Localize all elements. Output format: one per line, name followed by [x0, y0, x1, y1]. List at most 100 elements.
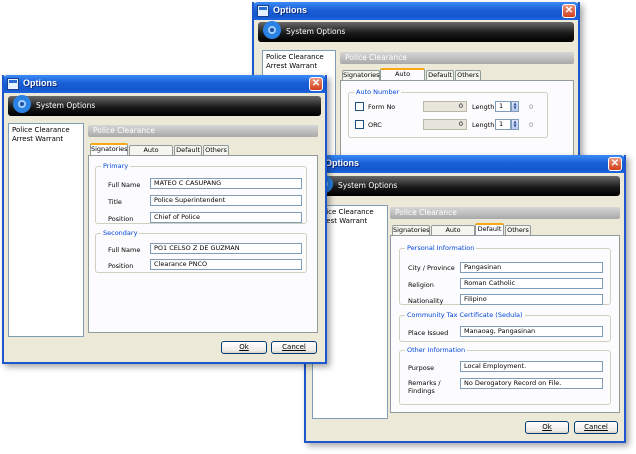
- tab-signatories[interactable]: Signatories: [342, 70, 380, 80]
- section-header: Police Clearance: [340, 52, 574, 64]
- position-label: Position: [108, 215, 134, 223]
- tab-default[interactable]: Default: [426, 70, 454, 80]
- tab-others[interactable]: Others: [203, 145, 229, 155]
- title-bar[interactable]: Options ✕: [304, 155, 626, 173]
- group-label: Secondary: [101, 229, 140, 238]
- length-label: Length: [472, 103, 495, 111]
- city-province-label: City / Province: [408, 264, 455, 272]
- section-header: Police Clearance: [88, 125, 318, 137]
- group-label: Auto Number: [354, 88, 402, 97]
- orc-length-spinner[interactable]: ▲ ▼: [511, 119, 519, 130]
- other-information-group: Other Information Purpose Local Employme…: [399, 346, 611, 405]
- tab-bar: Signatories Auto Number Default Others: [390, 223, 620, 243]
- gear-icon: [263, 21, 281, 39]
- secondary-position-input[interactable]: Clearance PNCO: [150, 259, 302, 270]
- nationality-label: Nationality: [408, 297, 444, 305]
- nationality-input[interactable]: Filipino: [460, 294, 603, 305]
- close-button[interactable]: ✕: [608, 157, 622, 171]
- form-no-preview: 0: [529, 103, 534, 111]
- ok-button[interactable]: Ok: [221, 341, 267, 354]
- group-label: Personal Information: [405, 244, 477, 253]
- list-item[interactable]: Arrest Warrant: [12, 135, 80, 144]
- ctc-group: Community Tax Certificate (Sedula) Place…: [399, 311, 611, 342]
- options-window-signatories: Options ✕ System Options Police Clearanc…: [2, 75, 327, 364]
- secondary-group: Secondary Full Name PO1 CELSO Z DE GUZMA…: [95, 229, 307, 273]
- auto-number-group: Auto Number Form No 0 Length 1 ▲ ▼ 0 ORC …: [348, 88, 548, 138]
- remarks-findings-input[interactable]: No Derogatory Record on File.: [460, 378, 603, 389]
- orc-value: 0: [423, 119, 467, 130]
- ok-label: Ok: [239, 343, 249, 351]
- window-title: Options: [325, 158, 359, 168]
- tab-others[interactable]: Others: [505, 225, 531, 235]
- tab-signatories[interactable]: Signatories: [392, 225, 430, 235]
- list-item[interactable]: Police Clearance: [12, 126, 80, 135]
- cancel-label: Cancel: [584, 423, 608, 431]
- group-label: Primary: [101, 162, 131, 171]
- banner-title: System Options: [286, 27, 346, 36]
- place-issued-input[interactable]: Manaoag, Pangasinan: [460, 326, 603, 337]
- purpose-input[interactable]: Local Employment.: [460, 361, 603, 372]
- tab-auto-number[interactable]: Auto Number: [380, 68, 425, 87]
- list-item[interactable]: Police Clearance: [266, 53, 332, 62]
- tab-default[interactable]: Default: [174, 145, 202, 155]
- window-icon: [7, 78, 19, 90]
- place-issued-label: Place Issued: [408, 329, 449, 337]
- form-no-length-spinner[interactable]: ▲ ▼: [511, 101, 519, 112]
- orc-checkbox[interactable]: [355, 120, 364, 129]
- title-label: Title: [108, 198, 122, 206]
- window-title: Options: [273, 5, 307, 15]
- cancel-button[interactable]: Cancel: [574, 421, 618, 434]
- secondary-full-name-input[interactable]: PO1 CELSO Z DE GUZMAN: [150, 243, 302, 254]
- tab-panel: Primary Full Name MATEO C CASUPANG Title…: [88, 155, 318, 333]
- banner-title: System Options: [338, 181, 398, 190]
- system-options-banner: System Options: [310, 175, 620, 196]
- primary-title-input[interactable]: Police Superintendent: [150, 195, 302, 206]
- form-no-checkbox[interactable]: [355, 102, 364, 111]
- group-label: Community Tax Certificate (Sedula): [405, 311, 525, 320]
- tab-panel: Personal Information City / Province Pan…: [390, 235, 620, 413]
- tab-signatories[interactable]: Signatories: [90, 143, 128, 155]
- personal-information-group: Personal Information City / Province Pan…: [399, 244, 611, 305]
- form-no-length-input[interactable]: 1: [495, 101, 511, 112]
- city-province-input[interactable]: Pangasinan: [460, 262, 603, 273]
- cancel-label: Cancel: [282, 343, 306, 351]
- position-label: Position: [108, 262, 134, 270]
- tab-bar: Signatories Auto Number Default Others: [88, 143, 318, 163]
- primary-position-input[interactable]: Chief of Police: [150, 212, 302, 223]
- full-name-label: Full Name: [108, 246, 141, 254]
- tab-default[interactable]: Default: [475, 223, 504, 235]
- close-button[interactable]: ✕: [309, 77, 323, 91]
- primary-group: Primary Full Name MATEO C CASUPANG Title…: [95, 162, 307, 224]
- tab-auto-number[interactable]: Auto Number: [129, 145, 173, 163]
- length-label: Length: [472, 121, 495, 129]
- orc-preview: 0: [529, 121, 534, 129]
- form-no-label: Form No: [368, 103, 396, 111]
- options-window-default: Options ✕ System Options Police Clearanc…: [304, 155, 626, 443]
- title-bar[interactable]: Options ✕: [2, 75, 327, 93]
- ok-label: Ok: [542, 423, 552, 431]
- ok-button[interactable]: Ok: [525, 421, 569, 434]
- section-header: Police Clearance: [390, 207, 620, 219]
- full-name-label: Full Name: [108, 181, 141, 189]
- orc-length-input[interactable]: 1: [495, 119, 511, 130]
- remarks-findings-label: Remarks / Findings: [408, 379, 441, 395]
- category-list[interactable]: Police Clearance Arrest Warrant: [8, 123, 84, 337]
- tab-others[interactable]: Others: [455, 70, 481, 80]
- religion-label: Religion: [408, 281, 434, 289]
- tab-auto-number[interactable]: Auto Number: [431, 225, 475, 243]
- window-title: Options: [23, 78, 57, 88]
- system-options-banner: System Options: [8, 95, 321, 116]
- close-button[interactable]: ✕: [562, 4, 576, 18]
- tab-bar: Signatories Auto Number Default Others: [340, 68, 574, 87]
- purpose-label: Purpose: [408, 364, 435, 372]
- gear-icon: [13, 95, 31, 113]
- form-no-value: 0: [423, 101, 467, 112]
- title-bar[interactable]: Options ✕: [252, 2, 580, 20]
- system-options-banner: System Options: [258, 21, 574, 42]
- group-label: Other Information: [405, 346, 468, 355]
- religion-input[interactable]: Roman Catholic: [460, 278, 603, 289]
- list-item[interactable]: Arrest Warrant: [266, 62, 332, 71]
- primary-full-name-input[interactable]: MATEO C CASUPANG: [150, 178, 302, 189]
- cancel-button[interactable]: Cancel: [271, 341, 317, 354]
- window-icon: [257, 5, 269, 17]
